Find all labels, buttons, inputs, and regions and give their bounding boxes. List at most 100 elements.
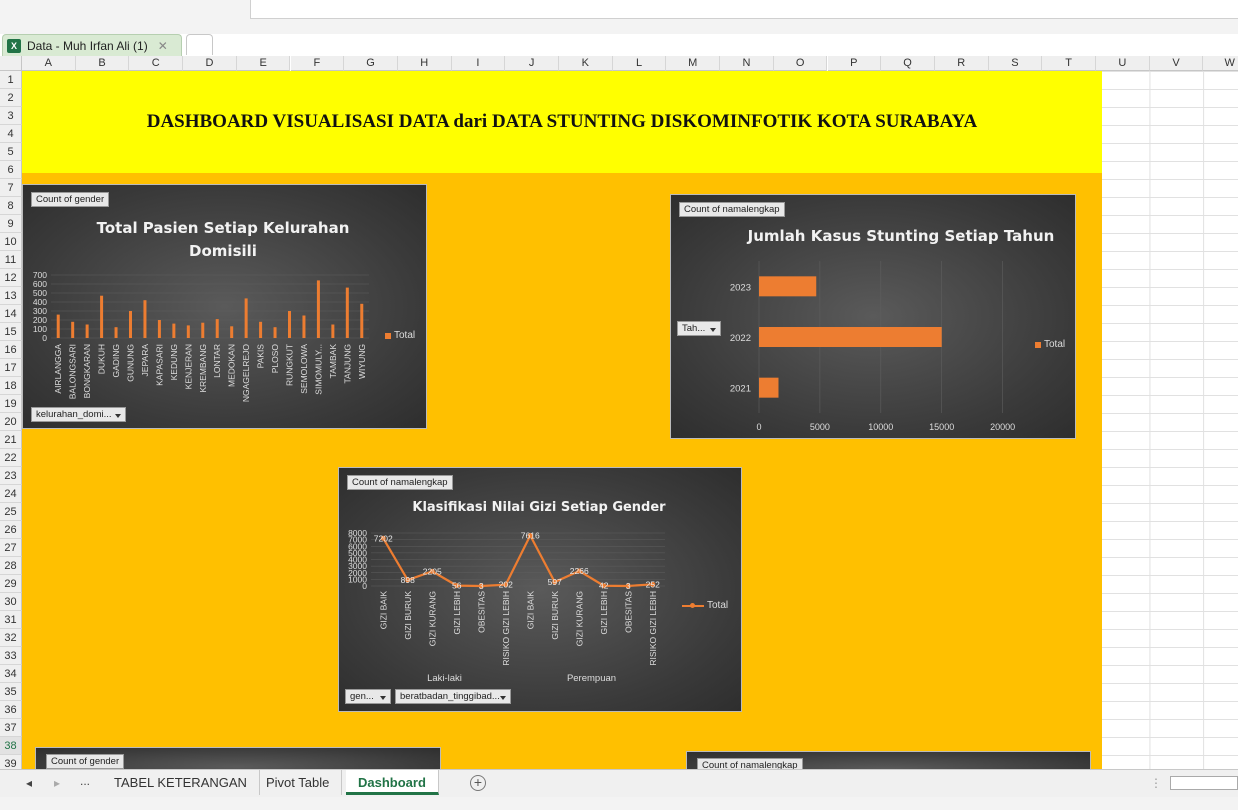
bar (85, 324, 89, 338)
column-header[interactable]: K (559, 56, 613, 71)
field-button-count-gender[interactable]: Count of gender (46, 754, 125, 769)
row-header[interactable]: 7 (0, 179, 22, 197)
scroll-splitter[interactable]: ⋮ (1150, 776, 1162, 790)
row-header[interactable]: 22 (0, 449, 22, 467)
column-header[interactable]: A (22, 56, 76, 71)
new-tab-button[interactable] (186, 34, 213, 55)
row-header[interactable]: 30 (0, 593, 22, 611)
column-header[interactable]: B (75, 56, 130, 71)
x-tick-label: WIYUNG (357, 344, 367, 379)
column-header[interactable]: F (290, 56, 345, 71)
row-header[interactable]: 9 (0, 215, 22, 233)
chart-tahun[interactable]: Count of namalengkap Jumlah Kasus Stunti… (670, 194, 1076, 439)
chart-legend: Total (1035, 339, 1065, 350)
tab-pivot-table[interactable]: Pivot Table (254, 770, 343, 795)
formula-input[interactable] (250, 0, 1238, 19)
row-header[interactable]: 35 (0, 683, 22, 701)
column-header[interactable]: U (1096, 56, 1150, 71)
x-tick-label: RISIKO GIZI LEBIH (648, 591, 658, 666)
column-header[interactable]: C (129, 56, 184, 71)
sheet-nav-next-icon[interactable]: ▸ (54, 776, 60, 790)
row-header[interactable]: 34 (0, 665, 22, 683)
horizontal-scrollbar[interactable] (1170, 776, 1238, 790)
row-header[interactable]: 23 (0, 467, 22, 485)
row-header[interactable]: 13 (0, 287, 22, 305)
chart-legend: Total (682, 600, 728, 611)
row-header[interactable]: 17 (0, 359, 22, 377)
column-header[interactable]: L (612, 56, 667, 71)
chart-kelurahan[interactable]: Count of gender Total Pasien Setiap Kelu… (22, 184, 427, 429)
filter-gender[interactable]: gen... (345, 689, 391, 704)
workbook-tab[interactable]: X Data - Muh Irfan Ali (1) ✕ (2, 34, 182, 56)
row-header[interactable]: 3 (0, 107, 22, 125)
filter-beratbadan[interactable]: beratbadan_tinggibad... (395, 689, 511, 704)
add-sheet-icon[interactable]: + (470, 775, 486, 791)
column-header[interactable]: N (720, 56, 774, 71)
row-header[interactable]: 25 (0, 503, 22, 521)
row-header[interactable]: 28 (0, 557, 22, 575)
sheet-nav-prev-icon[interactable]: ◂ (26, 776, 32, 790)
column-header[interactable]: S (988, 56, 1043, 71)
column-header[interactable]: T (1042, 56, 1096, 71)
row-header[interactable]: 10 (0, 233, 22, 251)
row-header[interactable]: 11 (0, 251, 22, 269)
y-tick-label: 300 (33, 306, 47, 316)
row-header[interactable]: 33 (0, 647, 22, 665)
row-header[interactable]: 29 (0, 575, 22, 593)
column-header[interactable]: J (505, 56, 559, 71)
row-header[interactable]: 18 (0, 377, 22, 395)
row-header[interactable]: 21 (0, 431, 22, 449)
row-header[interactable]: 19 (0, 395, 22, 413)
tab-tabel-keterangan[interactable]: TABEL KETERANGAN (102, 770, 260, 795)
row-header[interactable]: 8 (0, 197, 22, 215)
column-header[interactable]: E (236, 56, 291, 71)
row-header[interactable]: 26 (0, 521, 22, 539)
x-tick-label: GIZI KURANG (427, 591, 437, 646)
row-header[interactable]: 14 (0, 305, 22, 323)
tab-dashboard[interactable]: Dashboard (346, 770, 439, 795)
column-header[interactable]: I (451, 56, 506, 71)
row-header[interactable]: 36 (0, 701, 22, 719)
column-header[interactable]: M (666, 56, 721, 71)
row-header[interactable]: 2 (0, 89, 22, 107)
column-header[interactable]: P (827, 56, 882, 71)
row-header[interactable]: 24 (0, 485, 22, 503)
row-header[interactable]: 31 (0, 611, 22, 629)
row-header[interactable]: 15 (0, 323, 22, 341)
row-header[interactable]: 27 (0, 539, 22, 557)
x-tick-label: RUNGKUT (285, 344, 295, 386)
y-tick-label: 0 (42, 333, 47, 343)
select-all-corner[interactable] (0, 56, 22, 71)
dashboard-title: DASHBOARD VISUALISASI DATA dari DATA STU… (146, 111, 978, 132)
axis-filter-tahun[interactable]: Tah... (677, 321, 721, 336)
close-icon[interactable]: ✕ (158, 39, 168, 53)
axis-filter-kelurahan[interactable]: kelurahan_domi... (31, 407, 126, 422)
column-header[interactable]: V (1149, 56, 1204, 71)
column-header[interactable]: O (773, 56, 828, 71)
row-header[interactable]: 32 (0, 629, 22, 647)
chart-gizi[interactable]: Count of namalengkap Klasifikasi Nilai G… (338, 467, 742, 712)
row-header[interactable]: 4 (0, 125, 22, 143)
column-header[interactable]: G (344, 56, 398, 71)
bar (71, 321, 75, 338)
row-header[interactable]: 1 (0, 71, 22, 89)
column-header[interactable]: W (1203, 56, 1238, 71)
column-header[interactable]: R (934, 56, 989, 71)
row-header[interactable]: 20 (0, 413, 22, 431)
row-header[interactable]: 37 (0, 719, 22, 737)
row-header[interactable]: 12 (0, 269, 22, 287)
x-tick-label: GUNUNG (126, 344, 136, 382)
x-tick-label: NGAGELREJO (241, 344, 251, 402)
x-tick-label: GADING (111, 344, 121, 378)
bar (331, 324, 335, 338)
x-tick-label: PAKIS (256, 344, 266, 369)
column-header[interactable]: H (397, 56, 452, 71)
column-header[interactable]: D (183, 56, 237, 71)
row-header[interactable]: 16 (0, 341, 22, 359)
row-header[interactable]: 5 (0, 143, 22, 161)
spreadsheet-window: { "workbook_tab": {"title": "Data - Muh … (0, 0, 1238, 810)
sheet-more-button[interactable]: ... (80, 774, 90, 788)
column-header[interactable]: Q (881, 56, 935, 71)
row-header[interactable]: 38 (0, 737, 22, 755)
row-header[interactable]: 6 (0, 161, 22, 179)
